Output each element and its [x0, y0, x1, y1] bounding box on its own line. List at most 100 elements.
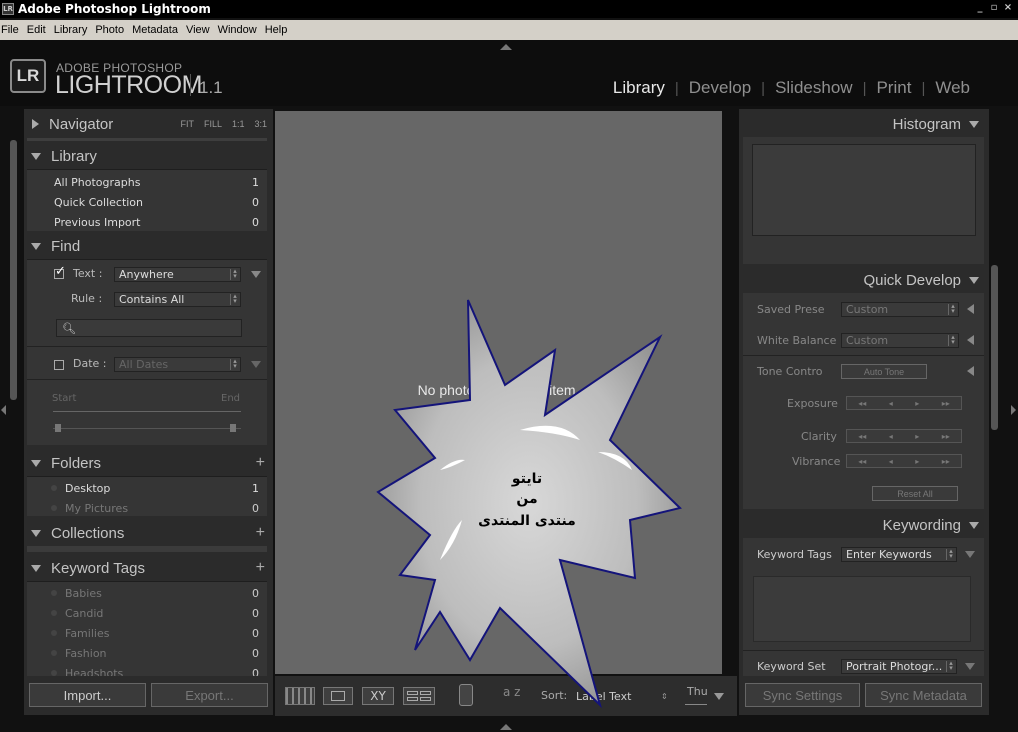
- vibrance-stepper[interactable]: ◂◂ ◂ ▸ ▸▸: [846, 454, 962, 468]
- library-item-previous-import[interactable]: Previous Import 0: [54, 213, 259, 231]
- keyword-item-headshots[interactable]: Headshots 0: [51, 664, 259, 676]
- thumbnail-slider[interactable]: [685, 704, 707, 707]
- folders-header[interactable]: Folders +: [24, 450, 273, 476]
- date-filter-dropdown-icon[interactable]: [251, 361, 261, 368]
- clarity-stepper[interactable]: ◂◂ ◂ ▸ ▸▸: [846, 429, 962, 443]
- library-header[interactable]: Library: [24, 143, 273, 169]
- painter-spray-icon[interactable]: [459, 684, 473, 706]
- navigator-header[interactable]: Navigator FIT FILL 1:1 3:1: [24, 111, 273, 137]
- list-item-count: 0: [252, 606, 259, 620]
- expand-left-icon[interactable]: [967, 335, 974, 345]
- zoom-fit[interactable]: FIT: [180, 119, 194, 129]
- sort-spin-icon[interactable]: ⇕: [661, 692, 668, 701]
- menu-photo[interactable]: Photo: [94, 24, 129, 36]
- collapse-icon: [969, 120, 979, 128]
- spin-icon: ▴ ▾: [948, 334, 957, 346]
- sort-select[interactable]: Label Text: [576, 690, 631, 703]
- add-folder-icon[interactable]: +: [256, 454, 265, 472]
- grid-view-icon[interactable]: [285, 687, 315, 705]
- keyword-item-candid[interactable]: Candid 0: [51, 604, 259, 622]
- date-filter-select[interactable]: All Dates ▴ ▾: [114, 357, 241, 372]
- rule-select[interactable]: Contains All ▴ ▾: [114, 292, 241, 307]
- keyword-entry-area[interactable]: [753, 576, 971, 642]
- date-filter-checkbox[interactable]: [54, 360, 64, 370]
- clarity-label: Clarity: [801, 430, 837, 443]
- end-slider-handle[interactable]: [230, 424, 236, 432]
- exposure-stepper[interactable]: ◂◂ ◂ ▸ ▸▸: [846, 396, 962, 410]
- reset-all-button[interactable]: Reset All: [872, 486, 958, 501]
- expand-left-icon[interactable]: [967, 366, 974, 376]
- menu-file[interactable]: File: [0, 24, 24, 36]
- start-slider-handle[interactable]: [55, 424, 61, 432]
- minimize-button[interactable]: _: [974, 2, 986, 14]
- grid-view[interactable]: No photo in selected item.: [275, 111, 722, 674]
- keywording-header[interactable]: Keywording: [739, 512, 989, 538]
- collapse-top-arrow-icon[interactable]: [500, 44, 512, 50]
- auto-tone-button[interactable]: Auto Tone: [841, 364, 927, 379]
- collections-header[interactable]: Collections +: [24, 520, 273, 546]
- white-balance-select[interactable]: Custom ▴ ▾: [841, 333, 959, 348]
- divider: [27, 346, 267, 347]
- list-item-count: 0: [252, 215, 259, 229]
- saved-preset-select[interactable]: Custom ▴ ▾: [841, 302, 959, 317]
- histogram-header[interactable]: Histogram: [739, 111, 989, 137]
- library-item-all-photographs[interactable]: All Photographs 1: [54, 173, 259, 191]
- zoom-3-1[interactable]: 3:1: [254, 119, 267, 129]
- sync-metadata-button[interactable]: Sync Metadata: [865, 683, 982, 707]
- menu-metadata[interactable]: Metadata: [131, 24, 183, 36]
- module-web[interactable]: Web: [925, 78, 980, 98]
- menu-library[interactable]: Library: [53, 24, 93, 36]
- menu-edit[interactable]: Edit: [26, 24, 51, 36]
- keyword-set-select[interactable]: Portrait Photogr... ▴ ▾: [841, 659, 957, 674]
- sync-settings-button[interactable]: Sync Settings: [745, 683, 860, 707]
- folder-icon: [51, 505, 57, 511]
- survey-view-icon[interactable]: [403, 687, 435, 705]
- folder-item-my-pictures[interactable]: My Pictures 0: [51, 499, 259, 517]
- keyword-item-families[interactable]: Families 0: [51, 624, 259, 642]
- close-button[interactable]: ×: [1002, 2, 1014, 14]
- find-search-input[interactable]: 🔍︎: [56, 319, 242, 337]
- menu-window[interactable]: Window: [217, 24, 262, 36]
- right-panel-scrollbar[interactable]: [991, 265, 998, 430]
- sort-direction-icon[interactable]: a z: [503, 685, 520, 699]
- keyword-tags-dropdown-icon[interactable]: [965, 551, 975, 558]
- menu-view[interactable]: View: [185, 24, 215, 36]
- loupe-view-icon[interactable]: [323, 687, 353, 705]
- text-filter-dropdown-icon[interactable]: [251, 271, 261, 278]
- keyword-set-dropdown-icon[interactable]: [965, 663, 975, 670]
- zoom-fill[interactable]: FILL: [204, 119, 222, 129]
- zoom-1-1[interactable]: 1:1: [232, 119, 245, 129]
- add-keyword-icon[interactable]: +: [256, 559, 265, 577]
- date-slider-track[interactable]: [53, 428, 241, 429]
- divider: [27, 379, 267, 380]
- keyword-item-fashion[interactable]: Fashion 0: [51, 644, 259, 662]
- module-develop[interactable]: Develop: [679, 78, 761, 98]
- left-panel-toggle-icon[interactable]: [1, 405, 6, 415]
- brand-main-text: LIGHTROOM: [55, 71, 202, 99]
- keyword-item-babies[interactable]: Babies 0: [51, 584, 259, 602]
- import-button[interactable]: Import...: [29, 683, 146, 707]
- add-collection-icon[interactable]: +: [256, 524, 265, 542]
- module-slideshow[interactable]: Slideshow: [765, 78, 863, 98]
- collapse-bottom-arrow-icon[interactable]: [500, 724, 512, 730]
- keyword-tags-header[interactable]: Keyword Tags +: [24, 555, 273, 581]
- restore-button[interactable]: ▫: [988, 2, 1000, 14]
- collapse-icon: [31, 529, 41, 537]
- folder-item-desktop[interactable]: Desktop 1: [51, 479, 259, 497]
- list-item-label: Previous Import: [54, 215, 141, 229]
- text-filter-select[interactable]: Anywhere ▴ ▾: [114, 267, 241, 282]
- compare-view-icon[interactable]: XY: [362, 687, 394, 705]
- module-print[interactable]: Print: [866, 78, 921, 98]
- export-button[interactable]: Export...: [151, 683, 268, 707]
- left-panel-scrollbar[interactable]: [10, 140, 17, 400]
- find-header[interactable]: Find: [24, 233, 273, 259]
- module-library[interactable]: Library: [603, 78, 675, 98]
- expand-left-icon[interactable]: [967, 304, 974, 314]
- keyword-tags-select[interactable]: Enter Keywords ▴ ▾: [841, 547, 957, 562]
- menu-help[interactable]: Help: [264, 24, 293, 36]
- sort-label: Sort:: [541, 689, 568, 702]
- quick-develop-header[interactable]: Quick Develop: [739, 267, 989, 293]
- library-item-quick-collection[interactable]: Quick Collection 0: [54, 193, 259, 211]
- right-panel-toggle-icon[interactable]: [1011, 405, 1016, 415]
- toolbar-menu-icon[interactable]: [714, 693, 724, 700]
